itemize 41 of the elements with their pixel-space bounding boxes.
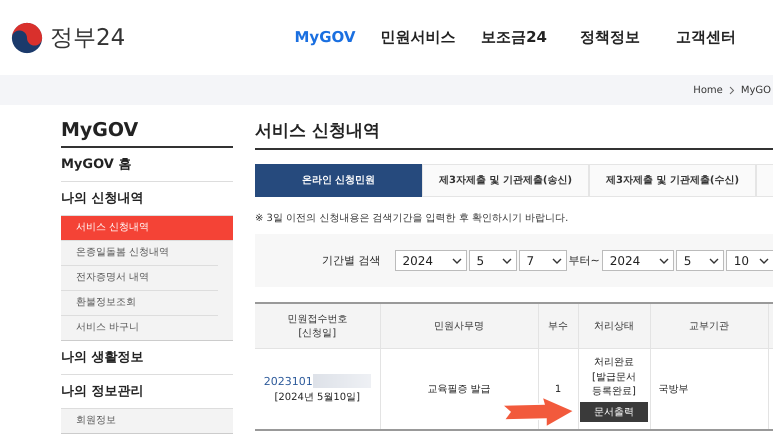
nav-link[interactable]: 민원서비스 xyxy=(370,28,466,47)
table-cell: 국방부 xyxy=(658,384,688,395)
print-button[interactable]: 문서출력 xyxy=(580,402,648,422)
range-separator: 부터~ xyxy=(568,253,600,268)
status-text: 처리완료 [발급문서 등록완료] xyxy=(591,356,637,400)
sidebar-subitem[interactable]: 서비스 바구니 xyxy=(61,316,218,340)
column-header: 처리상태 xyxy=(578,303,650,348)
page-title: 서비스 신청내역 xyxy=(255,119,773,150)
date-dropdown[interactable]: 2024 xyxy=(602,250,674,271)
column-header: 민원접수번호 [신청일] xyxy=(255,303,380,348)
column-header: 교부기관 xyxy=(650,303,768,348)
breadcrumb-link[interactable]: MyGO xyxy=(740,84,771,96)
breadcrumb-link[interactable]: Home xyxy=(693,84,723,96)
date-dropdown[interactable]: 5 xyxy=(468,250,516,271)
sidebar-subitem[interactable]: 전자증명서 내역 xyxy=(61,266,218,291)
nav-link[interactable]: 고객센터 xyxy=(658,28,754,47)
table-cell: 교육필증 발급 xyxy=(427,384,491,395)
date-dropdown[interactable]: 5 xyxy=(676,250,724,271)
table-cell-text: [2024년 5월10일] xyxy=(273,391,362,404)
search-label: 기간별 검색 xyxy=(322,253,380,268)
table-cell: 1 xyxy=(554,384,562,394)
column-header: 부수 xyxy=(538,303,578,348)
tab[interactable]: 온라인 신청민원 xyxy=(255,164,422,197)
notice-text: ※ 3일 이전의 신청내용은 검색기간을 입력한 후 확인하시기 바랍니다. xyxy=(255,212,570,225)
tab[interactable]: 제3자제출 및 기관제출(수신) xyxy=(589,164,756,197)
sidebar-subitem[interactable]: 환불정보조회 xyxy=(61,291,218,316)
nav-link[interactable]: 정책정보 xyxy=(562,28,658,47)
sidebar-item[interactable]: MyGOV 홈 xyxy=(61,148,233,182)
date-dropdown[interactable]: 7 xyxy=(518,250,566,271)
sidebar-item[interactable]: 나의 생활정보 xyxy=(61,341,233,375)
logo-text[interactable]: 정부24 xyxy=(50,22,126,53)
tab[interactable]: 제3자제출 및 기관제출(송신) xyxy=(422,164,589,197)
sidebar-title: MyGOV xyxy=(61,119,233,148)
nav-link[interactable]: 보조금24 xyxy=(466,28,562,47)
receipt-number-link[interactable]: 2023101 xyxy=(264,374,313,388)
sidebar-subitem[interactable]: 온종일돌봄 신청내역 xyxy=(61,241,218,266)
sidebar-subitem[interactable]: 서비스 신청내역 xyxy=(61,216,233,241)
column-header: 민원사무명 xyxy=(380,303,538,348)
nav-link[interactable]: MyGOV xyxy=(280,28,370,47)
date-dropdown[interactable]: 2024 xyxy=(394,250,466,271)
date-dropdown[interactable]: 10 xyxy=(726,250,773,271)
